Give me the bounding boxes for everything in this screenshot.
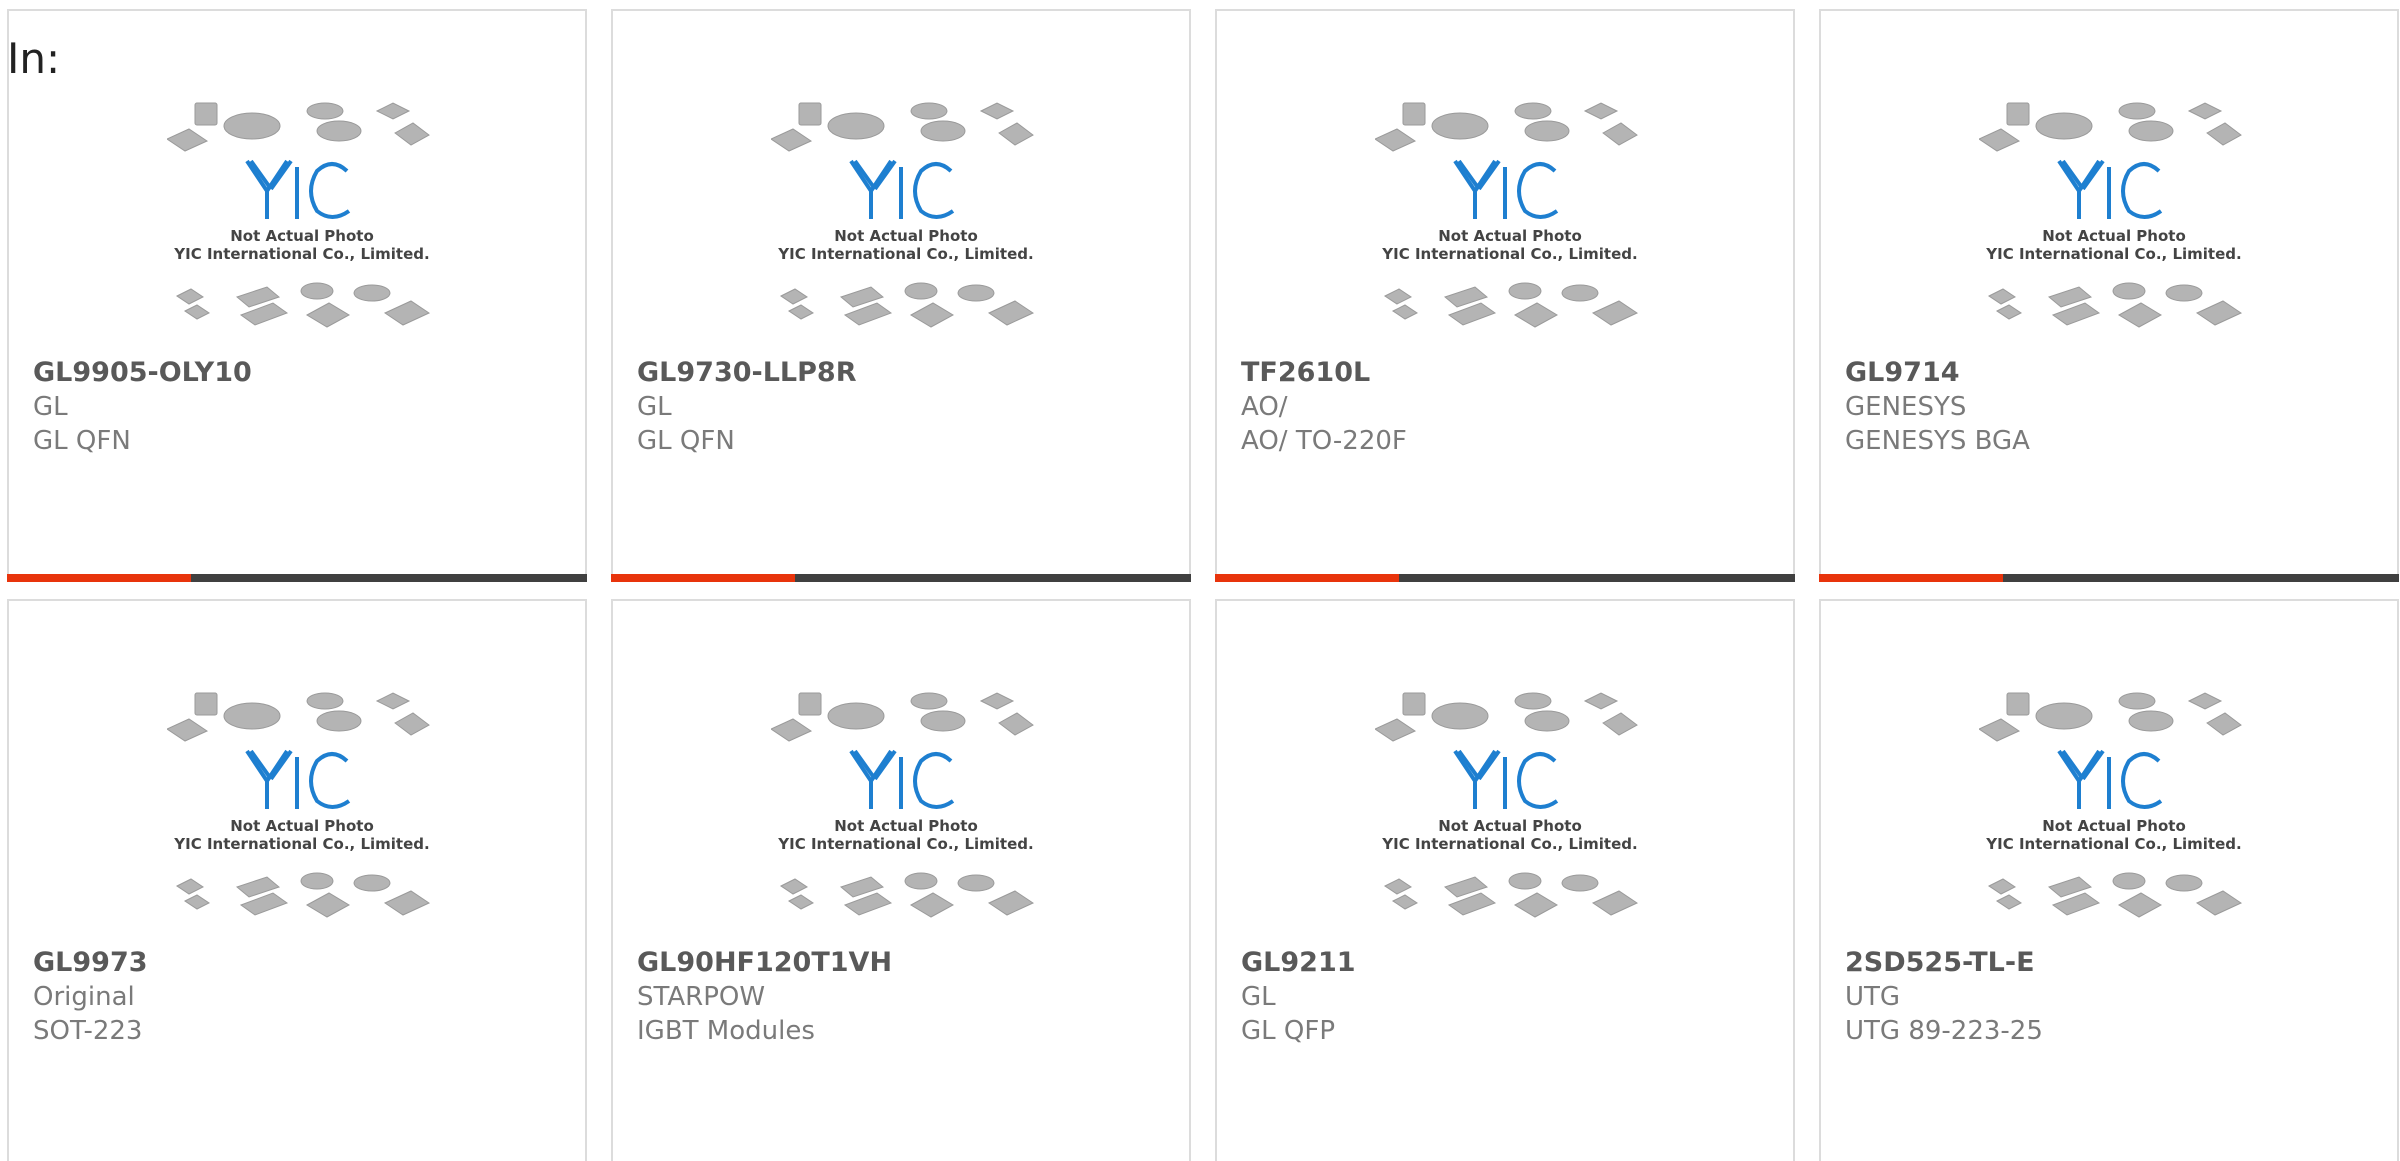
yic-logo	[245, 159, 351, 219]
placeholder-image: Not Actual PhotoYIC International Co., L…	[1375, 102, 1639, 328]
company-caption: YIC International Co., Limited.	[1985, 835, 2241, 853]
company-caption: YIC International Co., Limited.	[1381, 245, 1637, 263]
not-actual-photo-caption: Not Actual Photo	[2042, 227, 2186, 245]
card-bottom-bar	[1819, 574, 2399, 582]
part-number[interactable]: GL9973	[33, 946, 148, 980]
part-number[interactable]: GL9730-LLP8R	[637, 356, 857, 390]
package: GL QFP	[1241, 1016, 1335, 1046]
in-label: In:	[7, 34, 61, 83]
company-caption: YIC International Co., Limited.	[1381, 835, 1637, 853]
part-number[interactable]: GL9714	[1845, 356, 2030, 390]
yic-logo	[849, 749, 955, 809]
chip-cluster-bottom	[780, 872, 1035, 918]
package: GL QFN	[33, 426, 131, 456]
manufacturer: GL	[33, 392, 68, 422]
chip-cluster-bottom	[176, 282, 431, 328]
card-accent-bar	[611, 574, 795, 582]
product-card[interactable]: Not Actual Photo YIC International Co., L…	[1819, 599, 2399, 1161]
chip-cluster-top	[1375, 692, 1638, 742]
card-accent-bar	[1819, 574, 2003, 582]
not-actual-photo-caption: Not Actual Photo	[1438, 227, 1582, 245]
not-actual-photo-caption: Not Actual Photo	[834, 817, 978, 835]
part-number[interactable]: GL90HF120T1VH	[637, 946, 892, 980]
yic-logo	[245, 749, 351, 809]
card-bottom-bar	[7, 574, 587, 582]
not-actual-photo-caption: Not Actual Photo	[834, 227, 978, 245]
package: GENESYS BGA	[1845, 426, 2030, 456]
chip-cluster-top	[167, 692, 430, 742]
part-number[interactable]: GL9211	[1241, 946, 1356, 980]
placeholder-image: Not Actual PhotoYIC International Co., L…	[1375, 692, 1639, 918]
package: UTG 89-223-25	[1845, 1016, 2043, 1046]
chip-cluster-bottom	[1988, 282, 2243, 328]
chip-cluster-top	[771, 102, 1034, 152]
chip-cluster-top	[1979, 102, 2242, 152]
package: IGBT Modules	[637, 1016, 815, 1046]
yic-logo	[1453, 749, 1559, 809]
manufacturer: AO/	[1241, 392, 1288, 422]
chip-cluster-bottom	[1988, 872, 2243, 918]
not-actual-photo-caption: Not Actual Photo	[2042, 817, 2186, 835]
manufacturer: STARPOW	[637, 982, 766, 1012]
product-card[interactable]: Not Actual Photo YIC International Co., L…	[1215, 9, 1795, 582]
package: AO/ TO-220F	[1241, 426, 1407, 456]
chip-cluster-top	[1979, 692, 2242, 742]
not-actual-photo-caption: Not Actual Photo	[230, 817, 374, 835]
product-card[interactable]: Not Actual Photo YIC International Co., L…	[7, 9, 587, 582]
card-accent-bar	[1215, 574, 1399, 582]
chip-cluster-top	[1375, 102, 1638, 152]
chip-cluster-bottom	[1384, 872, 1639, 918]
placeholder-image: Not Actual PhotoYIC International Co., L…	[167, 102, 431, 328]
part-number[interactable]: GL9905-OLY10	[33, 356, 252, 390]
card-accent-bar	[7, 574, 191, 582]
yic-logo	[1453, 159, 1559, 219]
product-card[interactable]: Not Actual Photo YIC International Co., L…	[7, 599, 587, 1161]
company-caption: YIC International Co., Limited.	[173, 245, 429, 263]
product-card[interactable]: Not Actual Photo YIC International Co., L…	[611, 599, 1191, 1161]
not-actual-photo-caption: Not Actual Photo	[230, 227, 374, 245]
part-number[interactable]: 2SD525-TL-E	[1845, 946, 2043, 980]
manufacturer: Original	[33, 982, 135, 1012]
manufacturer: GL	[637, 392, 672, 422]
placeholder-image: Not Actual PhotoYIC International Co., L…	[1979, 102, 2243, 328]
product-card[interactable]: Not Actual Photo YIC International Co., L…	[1215, 599, 1795, 1161]
company-caption: YIC International Co., Limited.	[777, 245, 1033, 263]
part-number[interactable]: TF2610L	[1241, 356, 1407, 390]
product-card[interactable]: Not Actual Photo YIC International Co., L…	[611, 9, 1191, 582]
yic-logo	[2057, 159, 2163, 219]
placeholder-image: Not Actual PhotoYIC International Co., L…	[167, 692, 431, 918]
company-caption: YIC International Co., Limited.	[1985, 245, 2241, 263]
card-bottom-bar	[1215, 574, 1795, 582]
manufacturer: GENESYS	[1845, 392, 1967, 422]
chip-cluster-bottom	[780, 282, 1035, 328]
not-actual-photo-caption: Not Actual Photo	[1438, 817, 1582, 835]
chip-cluster-bottom	[176, 872, 431, 918]
manufacturer: UTG	[1845, 982, 1901, 1012]
placeholder-image: Not Actual PhotoYIC International Co., L…	[771, 102, 1035, 328]
product-card[interactable]: Not Actual Photo YIC International Co., L…	[1819, 9, 2399, 582]
company-caption: YIC International Co., Limited.	[777, 835, 1033, 853]
placeholder-image: Not Actual PhotoYIC International Co., L…	[771, 692, 1035, 918]
yic-logo	[2057, 749, 2163, 809]
package: SOT-223	[33, 1016, 143, 1046]
chip-cluster-bottom	[1384, 282, 1639, 328]
manufacturer: GL	[1241, 982, 1276, 1012]
chip-cluster-top	[167, 102, 430, 152]
card-bottom-bar	[611, 574, 1191, 582]
product-grid-page: Not Actual Photo YIC International Co., L…	[0, 0, 2400, 1161]
company-caption: YIC International Co., Limited.	[173, 835, 429, 853]
yic-logo	[849, 159, 955, 219]
package: GL QFN	[637, 426, 735, 456]
product-grid: Not Actual Photo YIC International Co., L…	[7, 9, 2399, 1161]
placeholder-image: Not Actual PhotoYIC International Co., L…	[1979, 692, 2243, 918]
chip-cluster-top	[771, 692, 1034, 742]
